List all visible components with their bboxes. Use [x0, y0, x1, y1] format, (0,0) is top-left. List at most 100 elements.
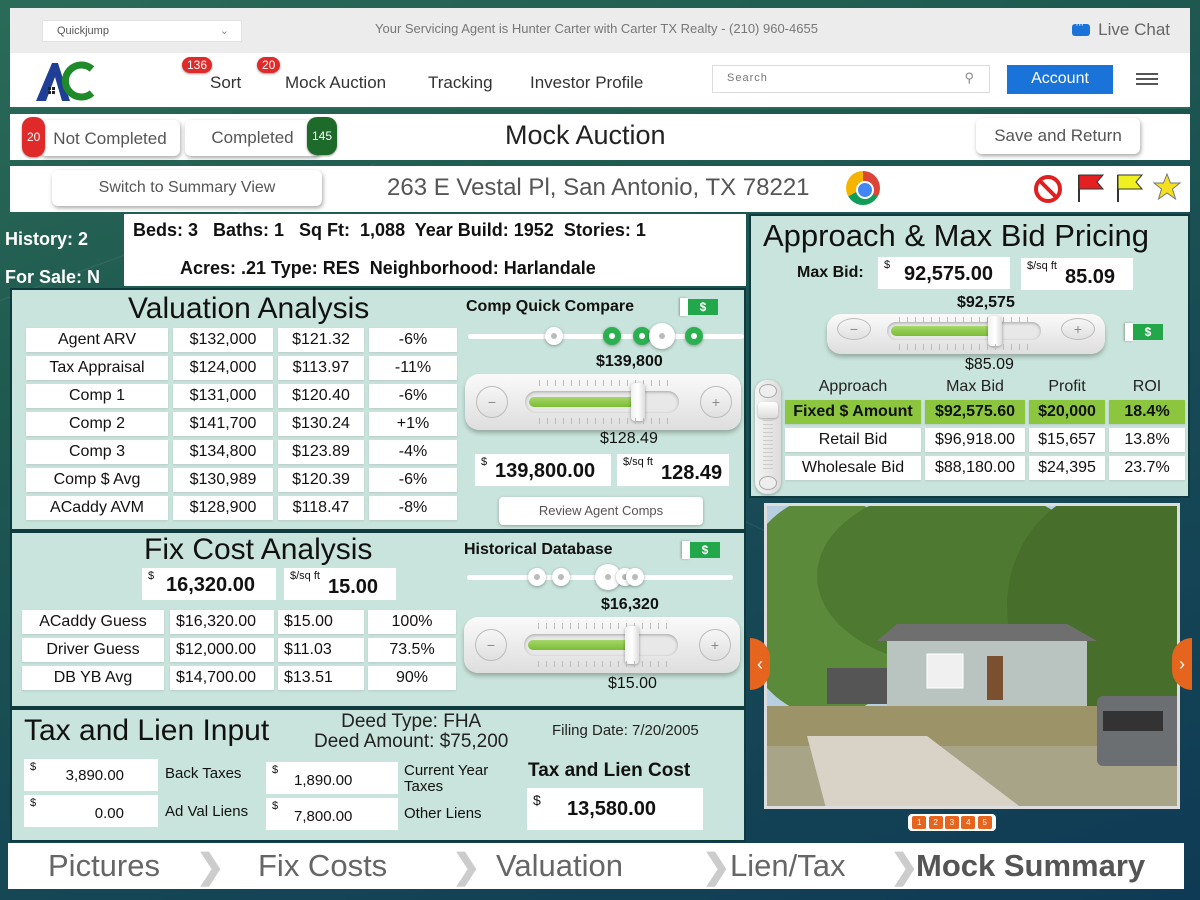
comp-currency-toggle[interactable]: $ [680, 298, 718, 316]
comp-slider-track[interactable] [525, 383, 679, 421]
max-bid-slider-thumb[interactable] [988, 316, 1002, 346]
valuation-cell-value: $131,000 [173, 384, 273, 408]
valuation-cell-value: $124,000 [173, 356, 273, 380]
currency-symbol: $ [148, 570, 155, 582]
hamburger-menu-icon[interactable] [1136, 73, 1158, 85]
historical-increase-button[interactable]: + [699, 629, 731, 661]
comp-slider-value: $139,800 [596, 353, 663, 370]
historical-marker[interactable] [528, 568, 546, 586]
vertical-slider-down-button[interactable] [759, 476, 777, 490]
valuation-cell-value: $134,800 [173, 440, 273, 464]
comp-increase-button[interactable]: + [700, 386, 732, 418]
comp-marker-selected[interactable] [649, 323, 675, 349]
ad-val-liens-field[interactable]: $ 0.00 [24, 795, 158, 827]
historical-slider-thumb[interactable] [625, 626, 639, 664]
approach-cell-profit: $20,000 [1029, 400, 1105, 424]
comp-decrease-button[interactable]: − [476, 386, 508, 418]
max-bid-currency-toggle[interactable]: $ [1125, 323, 1163, 341]
chevron-right-icon: ❯ [452, 848, 481, 886]
historical-marker[interactable] [552, 568, 570, 586]
chevron-right-icon: ❯ [890, 848, 919, 886]
current-year-taxes-field[interactable]: $ 1,890.00 [266, 762, 398, 794]
comp-marker[interactable] [685, 327, 703, 345]
max-bid-slider-track[interactable] [887, 316, 1041, 346]
gallery-page-button[interactable]: 1 [912, 816, 927, 829]
yellow-flag-icon[interactable] [1115, 172, 1145, 204]
step-mock-summary[interactable]: Mock Summary [916, 848, 1145, 884]
valuation-cell-label: Comp 3 [26, 440, 168, 464]
vertical-slider-thumb[interactable] [758, 402, 778, 418]
red-flag-icon[interactable] [1076, 172, 1106, 204]
switch-summary-view-button[interactable]: Switch to Summary View [52, 170, 322, 206]
search-icon[interactable]: ⚲ [964, 70, 975, 86]
historical-marker[interactable] [626, 568, 644, 586]
approach-vertical-slider[interactable] [755, 380, 781, 494]
chrome-browser-icon[interactable] [846, 171, 880, 205]
approach-table-header: Profit [1048, 378, 1086, 395]
step-fix-costs[interactable]: Fix Costs [258, 848, 387, 884]
other-liens-field[interactable]: $ 7,800.00 [266, 798, 398, 830]
max-bid-per-sqft-field[interactable]: $/sq ft 85.09 [1021, 258, 1133, 290]
historical-currency-toggle[interactable]: $ [682, 541, 720, 559]
fix-cost-cell-per-sqft: $11.03 [278, 638, 364, 662]
current-year-taxes-label: Current Year Taxes [404, 762, 489, 795]
toggle-knob [680, 298, 688, 316]
review-agent-comps-button[interactable]: Review Agent Comps [499, 497, 703, 525]
not-completed-button[interactable]: 20 Not Completed [22, 117, 180, 157]
fix-cost-cell-label: DB YB Avg [22, 666, 164, 690]
property-photo[interactable] [764, 503, 1180, 809]
step-pictures[interactable]: Pictures [48, 848, 160, 884]
sort-count-badge: 136 [182, 57, 213, 73]
valuation-cell-diff: +1% [369, 412, 457, 436]
gallery-page-button[interactable]: 3 [944, 816, 959, 829]
tax-lien-title: Tax and Lien Input [24, 714, 270, 747]
approach-table-header: ROI [1132, 378, 1162, 395]
prohibited-icon[interactable] [1032, 173, 1064, 205]
max-bid-slider-per-sqft: $85.09 [965, 356, 1014, 373]
comp-marker[interactable] [603, 327, 621, 345]
comp-marker[interactable] [545, 327, 563, 345]
approach-cell-roi: 18.4% [1109, 400, 1185, 424]
deed-type: Deed Type: FHA [341, 711, 482, 732]
nav-tracking[interactable]: Tracking [428, 73, 493, 93]
max-bid-value-field[interactable]: $ 92,575.00 [878, 257, 1010, 289]
gallery-page-button[interactable]: 4 [961, 816, 976, 829]
star-icon[interactable] [1152, 172, 1182, 202]
comp-per-sqft-field[interactable]: $/sq ft 128.49 [617, 454, 729, 486]
completed-button[interactable]: Completed 145 [185, 117, 338, 156]
nav-sort-label: Sort [210, 73, 242, 92]
vertical-slider-up-button[interactable] [759, 384, 777, 398]
back-taxes-field[interactable]: $ 3,890.00 [24, 759, 158, 791]
fix-cost-value-field[interactable]: $ 16,320.00 [142, 568, 276, 600]
acaddy-logo[interactable] [32, 59, 100, 103]
max-bid-decrease-button[interactable]: − [837, 318, 871, 340]
fix-cost-per-sqft-field[interactable]: $/sq ft 15.00 [284, 568, 396, 600]
live-chat-button[interactable]: Live Chat [1072, 19, 1170, 40]
quickjump-select[interactable]: Quickjump ⌄ [42, 20, 242, 42]
save-and-return-button[interactable]: Save and Return [976, 118, 1140, 154]
step-valuation[interactable]: Valuation [496, 848, 623, 884]
historical-slider-track[interactable] [524, 626, 678, 664]
gallery-page-button[interactable]: 2 [928, 816, 943, 829]
search-input[interactable]: Search ⚲ [712, 65, 990, 93]
gallery-page-button[interactable]: 5 [977, 816, 992, 829]
historical-slider-per-sqft: $15.00 [608, 675, 657, 692]
comp-value-field[interactable]: $ 139,800.00 [475, 454, 611, 486]
valuation-cell-label: Tax Appraisal [26, 356, 168, 380]
back-taxes-label: Back Taxes [165, 765, 242, 782]
step-lien-tax[interactable]: Lien/Tax [730, 848, 845, 884]
nav-sort[interactable]: 136 Sort [182, 57, 242, 93]
toggle-knob [682, 541, 690, 559]
account-button[interactable]: Account [1007, 65, 1113, 94]
comp-slider-thumb[interactable] [631, 383, 645, 421]
max-bid-increase-button[interactable]: + [1061, 318, 1095, 340]
historical-decrease-button[interactable]: − [475, 629, 507, 661]
back-taxes-value: 3,890.00 [65, 767, 124, 784]
nav-investor-profile[interactable]: Investor Profile [530, 73, 643, 93]
chevron-right-icon: ❯ [702, 848, 731, 886]
approach-cell-roi: 23.7% [1109, 456, 1185, 480]
nav-mock-auction[interactable]: 20 Mock Auction [257, 57, 386, 93]
tax-lien-cost-value: 13,580.00 [567, 798, 656, 820]
valuation-cell-per-sqft: $113.97 [278, 356, 364, 380]
approach-cell-max-bid: $88,180.00 [925, 456, 1025, 480]
